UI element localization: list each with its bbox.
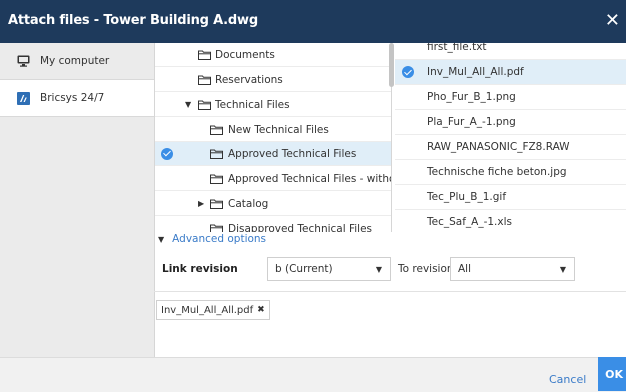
file-name: Tec_Saf_A_-1.xls [427, 216, 512, 228]
file-item[interactable]: first_file.txt [395, 43, 626, 60]
tree-item-label: New Technical Files [228, 123, 329, 136]
to-revision-value: All [458, 263, 472, 275]
tree-item-approved-technical-files[interactable]: Approved Technical Files [155, 142, 391, 166]
to-revision-label: To revision [398, 263, 454, 275]
tree-item-disapproved-technical-files[interactable]: Disapproved Technical Files [155, 217, 391, 232]
chevron-down-icon[interactable]: ▼ [185, 100, 191, 109]
tree-item-label: Documents [215, 48, 275, 61]
tree-item-label: Approved Technical Files [228, 147, 357, 160]
tree-item-label: Approved Technical Files - without n... [228, 172, 391, 185]
chevron-down-icon: ▼ [559, 264, 566, 274]
tree-item-label: Catalog [228, 197, 269, 210]
folder-icon [210, 125, 223, 135]
file-item[interactable]: Tec_Plu_B_1.gif [395, 185, 626, 210]
folder-icon [210, 224, 223, 232]
tree-item-new-technical-files[interactable]: New Technical Files [155, 118, 391, 142]
divider [154, 291, 626, 292]
folder-icon [210, 174, 223, 184]
chevron-right-icon[interactable]: ▶ [198, 199, 204, 208]
to-revision-select[interactable]: All ▼ [450, 257, 575, 281]
dialog-footer [0, 357, 626, 392]
source-label: My computer [40, 55, 110, 67]
attached-file-name: Inv_Mul_All_All.pdf [161, 304, 254, 316]
file-item[interactable]: Tec_Saf_A_-1.xls [395, 210, 626, 232]
file-name: Pho_Fur_B_1.png [427, 91, 516, 103]
source-my-computer[interactable]: My computer [0, 43, 154, 80]
tree-item-approved-without[interactable]: Approved Technical Files - without n... [155, 167, 391, 191]
tree-item-label: Reservations [215, 73, 283, 86]
tree-item-technical-files[interactable]: ▼ Technical Files [155, 93, 391, 117]
tree-item-reservations[interactable]: Reservations [155, 68, 391, 92]
link-revision-label: Link revision [162, 263, 238, 275]
file-name: Tec_Plu_B_1.gif [427, 191, 507, 203]
tree-item-catalog[interactable]: ▶ Catalog [155, 192, 391, 216]
file-item[interactable]: Pla_Fur_A_-1.png [395, 110, 626, 135]
dialog-title: Attach files - Tower Building A.dwg [8, 13, 258, 28]
folder-icon [210, 199, 223, 209]
tree-item-label: Disapproved Technical Files [228, 222, 373, 233]
file-name: Pla_Fur_A_-1.png [427, 116, 516, 128]
file-name: Inv_Mul_All_All.pdf [427, 66, 524, 78]
source-sidebar: My computer Bricsys 24/7 [0, 43, 155, 391]
cancel-button[interactable]: Cancel [549, 373, 586, 386]
file-item[interactable]: Technische fiche beton.jpg [395, 160, 626, 185]
folder-tree: Documents Reservations ▼ Technical Files… [155, 43, 392, 232]
file-name: Technische fiche beton.jpg [427, 166, 567, 178]
ok-button[interactable]: OK [598, 357, 626, 391]
file-list: first_file.txt Inv_Mul_All_All.pdf Pho_F… [395, 43, 626, 232]
monitor-icon [16, 54, 30, 68]
source-bricsys[interactable]: Bricsys 24/7 [0, 80, 154, 117]
chevron-down-icon: ▼ [158, 235, 165, 244]
file-item[interactable]: Pho_Fur_B_1.png [395, 85, 626, 110]
advanced-options-label: Advanced options [172, 233, 267, 245]
folder-icon [210, 149, 223, 159]
close-icon[interactable]: ✕ [605, 10, 620, 31]
bricsys-logo-icon [16, 91, 30, 105]
tree-item-documents[interactable]: Documents [155, 43, 391, 67]
tree-scrollbar[interactable] [389, 43, 394, 87]
folder-icon [198, 75, 211, 85]
link-revision-value: b (Current) [275, 263, 333, 275]
link-revision-select[interactable]: b (Current) ▼ [267, 257, 391, 281]
file-name: first_file.txt [427, 43, 487, 53]
folder-icon [198, 100, 211, 110]
advanced-options-toggle[interactable]: ▼ Advanced options [158, 233, 266, 245]
attached-file-chip: Inv_Mul_All_All.pdf ✖ [156, 300, 270, 320]
folder-icon [198, 50, 211, 60]
tree-item-label: Technical Files [215, 98, 290, 111]
chevron-down-icon: ▼ [375, 264, 382, 274]
checkmark-icon [402, 66, 414, 78]
source-label: Bricsys 24/7 [40, 92, 105, 104]
remove-icon[interactable]: ✖ [257, 305, 265, 315]
file-name: RAW_PANASONIC_FZ8.RAW [427, 141, 570, 153]
file-item[interactable]: Inv_Mul_All_All.pdf [395, 60, 626, 85]
file-item[interactable]: RAW_PANASONIC_FZ8.RAW [395, 135, 626, 160]
checkmark-icon [161, 147, 173, 160]
